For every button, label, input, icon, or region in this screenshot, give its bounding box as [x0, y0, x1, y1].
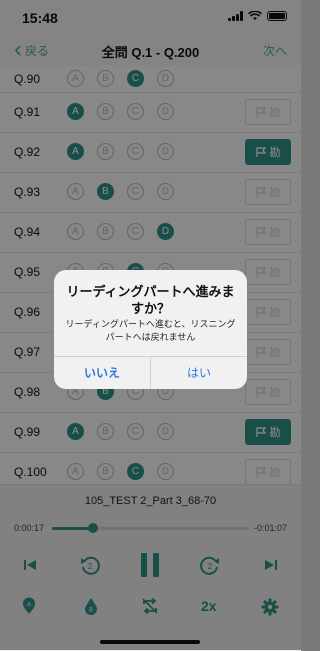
dialog-title: リーディングパートへ進みますか？: [66, 284, 235, 316]
dialog-buttons: いいえ はい: [54, 356, 247, 389]
dialog-message: リーディングパートへ進むと、リスニングパートへは戻れません: [65, 319, 236, 342]
screen: 15:48 戻る 全問 Q.1 - Q.200 次へ Q.90 A B C D Q.91 A…: [0, 0, 301, 651]
confirm-button[interactable]: はい: [151, 357, 247, 389]
confirm-dialog: リーディングパートへ進みますか？ リーディングパートへ進むと、リスニングパートへ…: [54, 270, 247, 389]
cancel-button[interactable]: いいえ: [54, 357, 151, 389]
